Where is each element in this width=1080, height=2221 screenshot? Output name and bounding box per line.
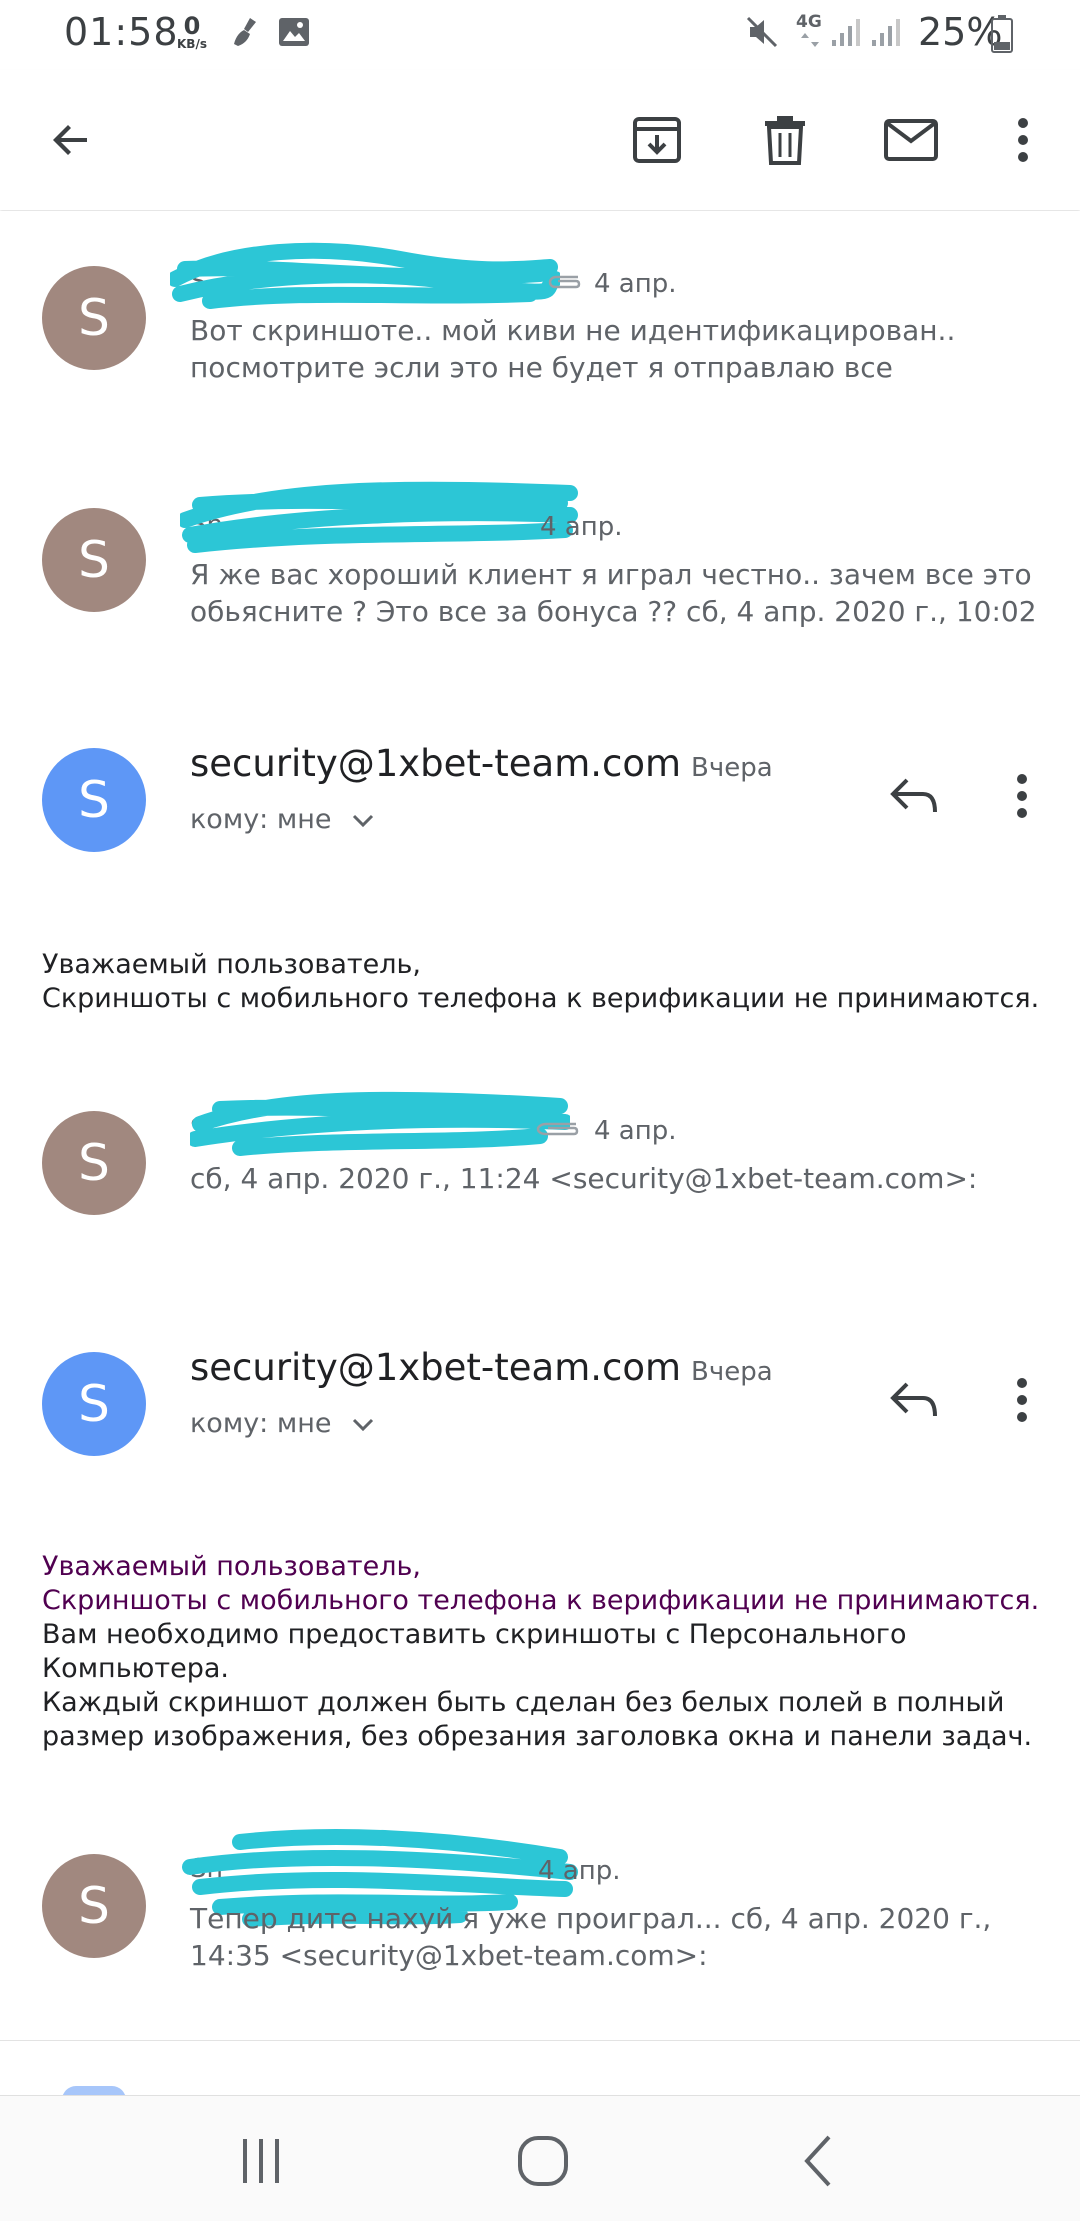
archive-button[interactable]: [622, 105, 692, 175]
archive-icon: [633, 117, 681, 163]
recent-apps-icon: [243, 2139, 279, 2183]
redaction-scribble: [180, 481, 578, 553]
sender-avatar: S: [42, 1352, 146, 1456]
redaction-scribble: [190, 1091, 570, 1156]
sender-email: security@1xbet-team.com Вчера: [190, 1346, 773, 1389]
battery-icon: [990, 14, 1014, 58]
reply-icon: [890, 1382, 937, 1417]
recipient-label: кому: мне: [190, 1408, 332, 1439]
reply-icon: [890, 778, 937, 813]
thread-message-collapsed[interactable]: S Sh 4 апр. Я же вас хороший клиент я иг…: [0, 453, 1080, 695]
sender-avatar: S: [42, 266, 146, 370]
reply-button[interactable]: [884, 1370, 944, 1430]
back-button[interactable]: [36, 105, 106, 175]
body-line: Уважаемый пользователь,: [42, 949, 421, 980]
message-date: 4 апр.: [594, 269, 677, 299]
message-date: 4 апр.: [594, 1116, 677, 1146]
network-speed-value: 0: [183, 12, 201, 40]
more-vert-icon: [1017, 1378, 1027, 1422]
message-date: Вчера: [691, 1357, 773, 1387]
message-date: 4 апр.: [538, 1856, 621, 1886]
sender-avatar: S: [42, 508, 146, 612]
message-snippet: сб, 4 апр. 2020 г., 11:24 <security@1xbe…: [190, 1162, 978, 1195]
body-line: Каждый скриншот должен быть сделан без б…: [42, 1687, 1033, 1752]
app-toolbar: [0, 70, 1080, 210]
attachment-clip-icon: [548, 271, 582, 297]
sender-avatar: S: [42, 1111, 146, 1215]
system-back-button[interactable]: [784, 2126, 854, 2196]
more-vert-icon: [1017, 774, 1027, 818]
body-line: Скриншоты с мобильного телефона к верифи…: [42, 983, 1040, 1014]
thread-message-collapsed[interactable]: S S 4 апр. Вот скриншоте.. мой киви не и…: [0, 211, 1080, 454]
message-snippet: Тепер дите нахуй я уже проиграл... сб, 4…: [190, 1902, 992, 1972]
message-body: Уважаемый пользователь, Скриншоты с моби…: [42, 1550, 1042, 1754]
recipient-row[interactable]: кому: мне: [190, 804, 374, 835]
redaction-scribble: [170, 242, 560, 309]
thread-message-expanded: S security@1xbet-team.com Вчера кому: мне…: [0, 694, 1080, 1057]
message-date: 4 апр.: [540, 512, 623, 542]
recipient-label: кому: мне: [190, 804, 332, 835]
sender-email-address: security@1xbet-team.com: [190, 1346, 682, 1389]
quoted-line: Скриншоты с мобильного телефона к верифи…: [42, 1585, 1040, 1616]
quoted-line: Уважаемый пользователь,: [42, 1551, 421, 1582]
sender-email: security@1xbet-team.com Вчера: [190, 742, 773, 785]
message-more-button[interactable]: [992, 766, 1052, 826]
mark-unread-button[interactable]: [876, 105, 946, 175]
sender-avatar: S: [42, 1854, 146, 1958]
back-chevron-icon: [804, 2135, 831, 2187]
network-speed-unit: KB/s: [177, 37, 207, 51]
recent-apps-button[interactable]: [226, 2126, 296, 2196]
mute-icon: [744, 14, 780, 54]
status-time: 01:58: [64, 10, 179, 54]
cleaner-broom-icon: [228, 14, 264, 54]
message-snippet: Вот скриншоте.. мой киви не идентификаци…: [190, 314, 956, 384]
more-vert-icon: [1018, 118, 1028, 162]
sender-email-address: security@1xbet-team.com: [190, 742, 682, 785]
delete-button[interactable]: [750, 105, 820, 175]
thread-message-collapsed[interactable]: S S 4 апр. сб, 4 апр. 2020 г., 11:24 <se…: [0, 1056, 1080, 1298]
chevron-down-icon: [353, 1418, 374, 1431]
delete-icon: [765, 116, 805, 165]
message-snippet: Я же вас хороший клиент я играл честно..…: [190, 558, 1037, 628]
thread-message-expanded: S security@1xbet-team.com Вчера кому: мне…: [0, 1297, 1080, 1800]
sender-avatar: S: [42, 748, 146, 852]
status-bar: 01:58 0 KB/s 4G 25%: [0, 0, 1080, 70]
signal-bars-icon: [830, 14, 866, 54]
chevron-down-icon: [353, 814, 374, 827]
thread-message-collapsed[interactable]: S Sh 4 апр. Тепер дите нахуй я уже проиг…: [0, 1799, 1080, 2041]
image-notification-icon: [276, 14, 312, 54]
message-body: Уважаемый пользователь, Скриншоты с моби…: [42, 948, 1042, 1016]
reply-button[interactable]: [884, 766, 944, 826]
network-type: 4G: [796, 12, 822, 32]
home-icon: [518, 2136, 568, 2186]
recipient-row[interactable]: кому: мне: [190, 1408, 374, 1439]
mail-icon: [884, 119, 938, 161]
system-nav-bar: [0, 2095, 1080, 2221]
back-arrow-icon: [53, 125, 87, 155]
signal-bars-2-icon: [870, 14, 906, 54]
network-speed: 0 KB/s: [170, 14, 214, 50]
data-arrows-icon: [800, 32, 820, 52]
attachment-clip-icon: [536, 1118, 580, 1144]
home-button[interactable]: [508, 2126, 578, 2196]
more-options-button[interactable]: [988, 105, 1058, 175]
message-date: Вчера: [691, 753, 773, 783]
body-line: Вам необходимо предоставить скриншоты с …: [42, 1619, 907, 1684]
message-more-button[interactable]: [992, 1370, 1052, 1430]
